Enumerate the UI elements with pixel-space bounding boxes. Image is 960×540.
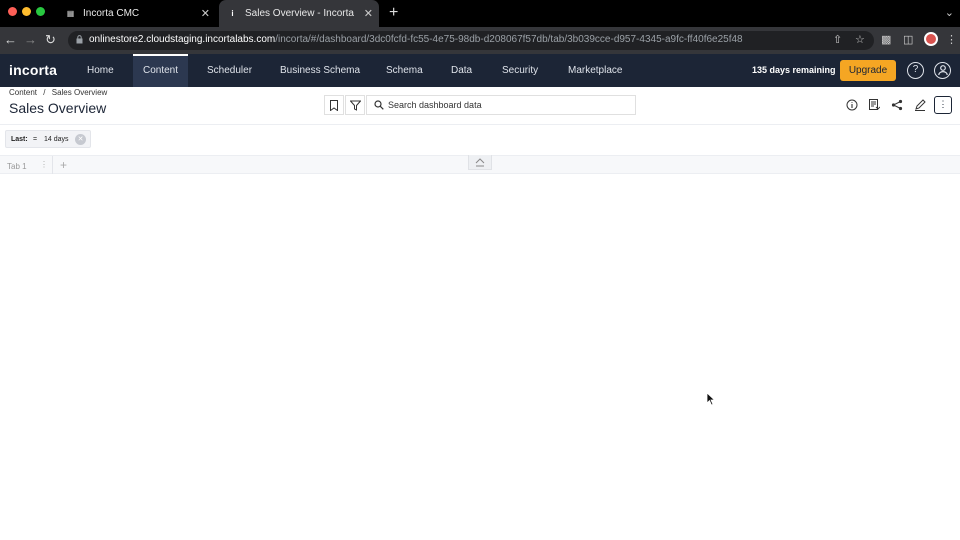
browser-tab-title: Incorta CMC (83, 8, 140, 19)
breadcrumb: Content / Sales Overview (9, 88, 107, 97)
mouse-cursor-icon (706, 392, 716, 406)
filter-operator: = (33, 136, 38, 143)
share-icon[interactable]: ⇧ (833, 33, 842, 46)
bookmark-button[interactable] (324, 95, 344, 115)
reload-icon[interactable]: ↻ (45, 32, 56, 48)
remove-filter-icon[interactable]: ✕ (75, 134, 86, 145)
incorta-cmc-favicon-icon: ▦ (66, 9, 75, 18)
add-tab-icon[interactable]: + (60, 158, 67, 172)
nav-schema[interactable]: Schema (376, 54, 433, 87)
nav-data[interactable]: Data (441, 54, 482, 87)
side-panel-icon[interactable]: ◫ (903, 33, 913, 46)
help-icon[interactable]: ? (907, 62, 924, 79)
nav-security[interactable]: Security (492, 54, 548, 87)
profile-avatar[interactable] (924, 32, 938, 46)
trial-days-remaining: 135 days remaining (752, 65, 836, 75)
tab-1[interactable]: Tab 1 (7, 162, 27, 171)
incorta-favicon-icon: i (231, 9, 234, 18)
browser-toolbar: ← → ↻ onlinestore2.cloudstaging.incortal… (0, 27, 960, 54)
address-bar[interactable]: onlinestore2.cloudstaging.incortalabs.co… (68, 31, 874, 50)
search-placeholder: Search dashboard data (388, 100, 482, 110)
chevron-up-icon (475, 158, 485, 167)
filter-value: 14 days (44, 136, 69, 143)
filter-button[interactable] (345, 95, 365, 115)
new-tab-icon[interactable]: + (389, 4, 398, 22)
info-icon[interactable] (845, 98, 859, 112)
browser-tab[interactable]: ▦ Incorta CMC ✕ (58, 0, 216, 27)
url-text: onlinestore2.cloudstaging.incortalabs.co… (89, 34, 743, 45)
browser-tab-title: Sales Overview - Incorta (245, 8, 354, 19)
browser-menu-icon[interactable]: ⋮ (946, 33, 957, 46)
browser-tab-active[interactable]: i Sales Overview - Incorta ✕ (219, 0, 379, 27)
nav-marketplace[interactable]: Marketplace (558, 54, 632, 87)
edit-pencil-icon[interactable] (913, 98, 927, 112)
app-header: incorta Home Content Scheduler Business … (0, 54, 960, 87)
minimize-window-button[interactable] (22, 7, 31, 16)
url-host: onlinestore2.cloudstaging.incortalabs.co… (89, 34, 276, 45)
page-title: Sales Overview (9, 100, 107, 116)
upgrade-button[interactable]: Upgrade (840, 60, 896, 81)
filter-funnel-icon (349, 100, 361, 111)
maximize-window-button[interactable] (36, 7, 45, 16)
lock-icon (76, 35, 83, 44)
breadcrumb-content-link[interactable]: Content (9, 88, 37, 97)
bookmark-icon (330, 99, 338, 111)
filter-key: Last: (11, 136, 28, 143)
back-arrow-icon[interactable]: ← (4, 32, 17, 47)
export-report-icon[interactable] (867, 98, 881, 112)
breadcrumb-current: Sales Overview (51, 88, 108, 97)
breadcrumb-separator: / (43, 88, 46, 97)
extensions-puzzle-icon[interactable]: ▩ (881, 33, 891, 46)
incorta-logo[interactable]: incorta (9, 62, 57, 78)
user-profile-icon[interactable] (934, 62, 951, 79)
more-options-icon[interactable]: ⋮ (934, 96, 952, 114)
filter-chip[interactable]: Last: = 14 days ✕ (5, 130, 91, 148)
browser-tab-strip: ▦ Incorta CMC ✕ i Sales Overview - Incor… (0, 0, 960, 27)
nav-home[interactable]: Home (77, 54, 124, 87)
bookmark-star-icon[interactable]: ☆ (855, 33, 865, 46)
collapse-header-button[interactable] (468, 155, 492, 170)
search-dashboard-input[interactable]: Search dashboard data (366, 95, 636, 115)
close-tab-icon[interactable]: ✕ (364, 7, 373, 20)
close-tab-icon[interactable]: ✕ (201, 7, 210, 20)
tab-options-icon[interactable]: ⋮ (40, 160, 48, 169)
header-divider (0, 124, 960, 125)
nav-business-schema[interactable]: Business Schema (270, 54, 370, 87)
nav-content[interactable]: Content (133, 54, 189, 87)
nav-scheduler[interactable]: Scheduler (197, 54, 262, 87)
url-path: /incorta/#/dashboard/3dc0fcfd-fc55-4e75-… (275, 34, 743, 45)
forward-arrow-icon[interactable]: → (24, 32, 37, 47)
close-window-button[interactable] (8, 7, 17, 16)
search-icon (374, 100, 384, 110)
share-icon[interactable] (890, 98, 904, 112)
tab-divider (52, 156, 53, 174)
tab-search-chevron-icon[interactable]: ⌄ (945, 6, 954, 19)
